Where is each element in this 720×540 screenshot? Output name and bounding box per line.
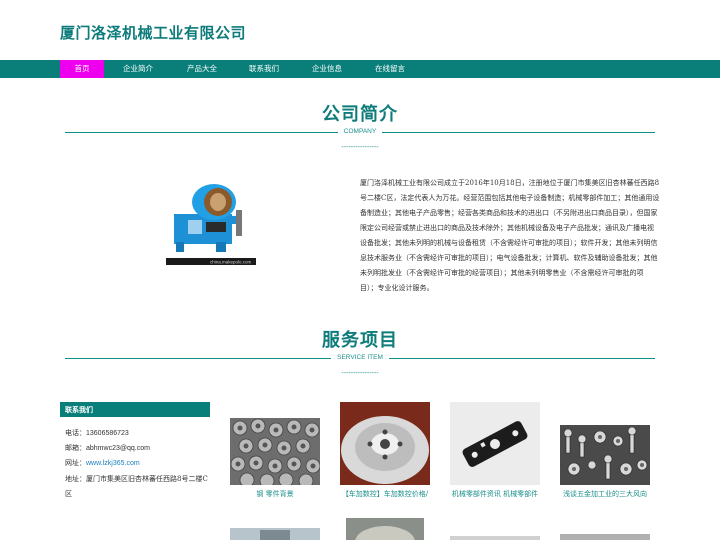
about-subtitle: COMPANY bbox=[0, 128, 720, 135]
product-image-row2[interactable] bbox=[560, 518, 650, 540]
address-value: 厦门市集美区旧杏林蕃任西路8号二楼C区 bbox=[65, 475, 208, 498]
product-image[interactable] bbox=[560, 425, 650, 485]
product-image-row2[interactable] bbox=[346, 518, 424, 540]
product-caption[interactable]: 机械零部件资讯 机械零部件 bbox=[445, 489, 545, 499]
services-dash: ---------------- bbox=[341, 370, 379, 377]
main-nav: 首页 企业简介 产品大全 联系我们 企业信息 在线留言 bbox=[0, 60, 720, 78]
phone-label: 电话： bbox=[65, 429, 86, 437]
nav-item-contact[interactable]: 联系我们 bbox=[242, 60, 286, 78]
about-text: 厦门洛泽机械工业有限公司成立于2016年10月18日，注册地位于厦门市集美区旧杏… bbox=[360, 179, 660, 292]
nav-item-home[interactable]: 首页 bbox=[60, 60, 104, 78]
product-image-row2[interactable] bbox=[450, 518, 540, 540]
product-image[interactable] bbox=[230, 418, 320, 485]
email-label: 邮箱： bbox=[65, 444, 86, 452]
product-image[interactable] bbox=[450, 402, 540, 485]
website-label: 网址： bbox=[65, 459, 86, 467]
phone-value: 13606586723 bbox=[86, 430, 129, 437]
website-link[interactable]: www.lzkj365.com bbox=[86, 460, 140, 467]
address-label: 地址： bbox=[65, 475, 86, 483]
contact-heading: 联系我们 bbox=[60, 402, 210, 417]
services-subtitle: SERVICE ITEM bbox=[0, 354, 720, 361]
product-image[interactable] bbox=[340, 402, 430, 485]
nav-item-company-info[interactable]: 企业信息 bbox=[305, 60, 349, 78]
site-header: 厦门洛泽机械工业有限公司 bbox=[0, 0, 720, 60]
product-caption[interactable]: 钢 零件背景 bbox=[225, 489, 325, 499]
about-subtitle-text: COMPANY bbox=[337, 128, 383, 135]
email-value: abhmwc23@qq.com bbox=[86, 445, 150, 452]
contact-website: 网址：www.lzkj365.com bbox=[65, 456, 210, 471]
nav-item-company-profile[interactable]: 企业简介 bbox=[116, 60, 160, 78]
contact-address: 地址：厦门市集美区旧杏林蕃任西路8号二楼C区 bbox=[65, 472, 210, 502]
nav-item-message[interactable]: 在线留言 bbox=[368, 60, 412, 78]
nav-item-products[interactable]: 产品大全 bbox=[180, 60, 224, 78]
machine-image: china.makepolo.com bbox=[166, 180, 256, 265]
contact-phone: 电话：13606586723 bbox=[65, 426, 210, 441]
product-caption[interactable]: 浅谈五金加工业的三大风向 bbox=[555, 489, 655, 499]
product-image-row2[interactable] bbox=[230, 518, 320, 540]
image-watermark: china.makepolo.com bbox=[210, 260, 252, 265]
about-dash: ---------------- bbox=[341, 144, 379, 151]
contact-email: 邮箱：abhmwc23@qq.com bbox=[65, 441, 210, 456]
product-caption[interactable]: 【车加数控】车加数控价格/ bbox=[335, 489, 435, 499]
about-title: 公司简介 bbox=[322, 104, 398, 125]
services-subtitle-text: SERVICE ITEM bbox=[331, 354, 389, 361]
site-title[interactable]: 厦门洛泽机械工业有限公司 bbox=[60, 22, 246, 43]
services-title: 服务项目 bbox=[322, 330, 398, 351]
